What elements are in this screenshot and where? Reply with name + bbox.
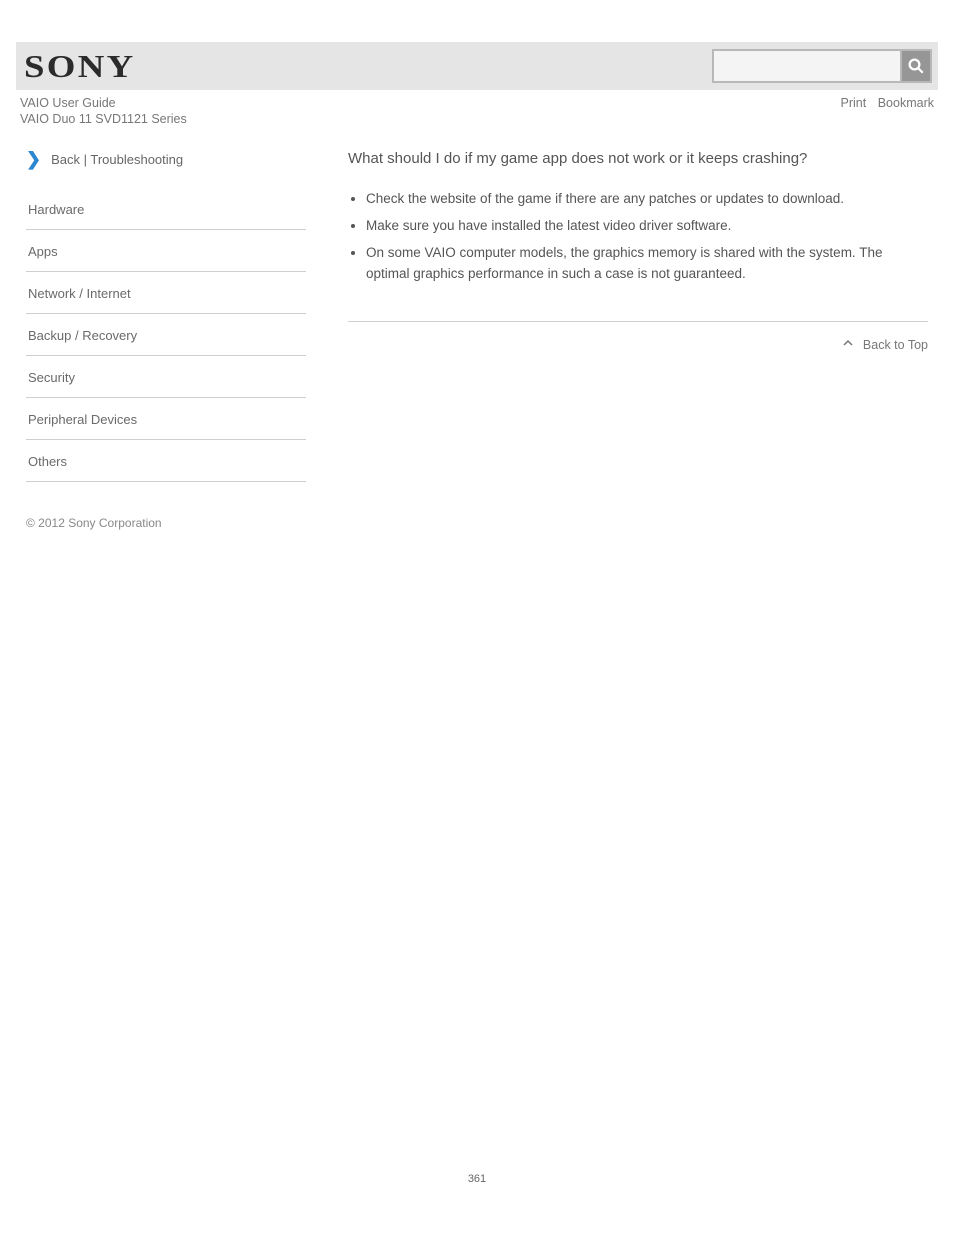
sidebar-item-security[interactable]: Security: [26, 356, 306, 398]
sidebar-item-backup[interactable]: Backup / Recovery: [26, 314, 306, 356]
sidebar-item-hardware[interactable]: Hardware: [26, 188, 306, 230]
product-line: VAIO Duo 11 SVD1121 Series: [16, 112, 938, 126]
brand-logo: SONY: [24, 48, 135, 85]
topbar: SONY: [16, 42, 938, 90]
sidebar-item-apps[interactable]: Apps: [26, 230, 306, 272]
below-bar: VAIO User Guide Print Bookmark: [16, 90, 938, 110]
chevron-up-icon: [843, 335, 853, 354]
print-link[interactable]: Print: [841, 96, 867, 110]
copyright: © 2012 Sony Corporation: [16, 516, 938, 530]
back-to-top[interactable]: Back to Top: [348, 336, 928, 355]
bookmark-link[interactable]: Bookmark: [878, 96, 934, 110]
article-bullet: Make sure you have installed the latest …: [366, 216, 928, 237]
guide-label: VAIO User Guide: [20, 96, 116, 110]
sidebar-back[interactable]: ❯ Back | Troubleshooting: [26, 150, 306, 168]
search: [712, 49, 932, 83]
article-bullet: Check the website of the game if there a…: [366, 189, 928, 210]
page-number: 361: [0, 1173, 954, 1185]
sidebar: ❯ Back | Troubleshooting Hardware Apps N…: [26, 150, 306, 482]
search-icon: [907, 57, 925, 75]
sidebar-item-peripheral[interactable]: Peripheral Devices: [26, 398, 306, 440]
article-bullet: On some VAIO computer models, the graphi…: [366, 243, 928, 285]
search-input[interactable]: [712, 49, 902, 83]
sidebar-list: Hardware Apps Network / Internet Backup …: [26, 188, 306, 482]
article-body: Check the website of the game if there a…: [348, 189, 928, 355]
article-separator: [348, 321, 928, 322]
article-title: What should I do if my game app does not…: [348, 150, 928, 167]
main-article: What should I do if my game app does not…: [348, 150, 928, 355]
search-button[interactable]: [902, 49, 932, 83]
sidebar-item-others[interactable]: Others: [26, 440, 306, 482]
chevron-right-icon: ❯: [26, 150, 41, 168]
sidebar-item-network[interactable]: Network / Internet: [26, 272, 306, 314]
back-to-top-label: Back to Top: [863, 338, 928, 352]
sidebar-back-label: Back | Troubleshooting: [51, 152, 183, 167]
